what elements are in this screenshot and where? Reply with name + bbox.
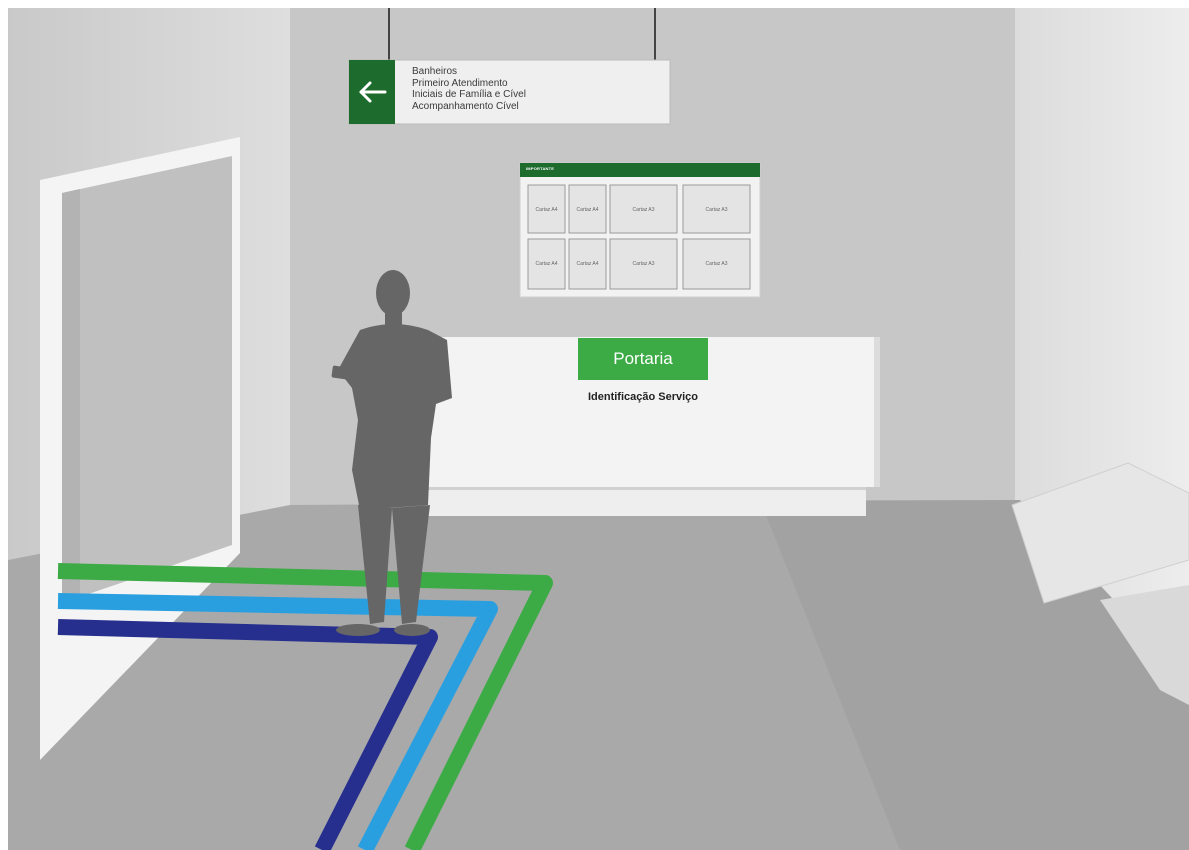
- door-opening: [62, 156, 232, 603]
- sign-line: Iniciais de Família e Cível: [412, 89, 526, 100]
- service-identification-label: Identificação Serviço: [587, 391, 699, 403]
- poster-label: Cartaz A4: [535, 207, 558, 213]
- notice-board-header: [520, 163, 760, 177]
- hanging-sign-text: Banheiros Primeiro Atendimento Iniciais …: [412, 66, 667, 112]
- poster-label: Cartaz A4: [576, 207, 599, 213]
- corridor-scene: Banheiros Primeiro Atendimento Iniciais …: [0, 0, 1189, 850]
- portaria-sign-label: Portaria: [613, 349, 673, 368]
- poster-label: Cartaz A4: [535, 261, 558, 267]
- poster-label: Cartaz A3: [705, 207, 728, 213]
- poster-label: Cartaz A3: [632, 261, 655, 267]
- poster-label: Cartaz A3: [632, 207, 655, 213]
- sign-line: Acompanhamento Cível: [412, 100, 519, 112]
- poster-label: Cartaz A3: [705, 261, 728, 267]
- scene-illustration: [8, 8, 1189, 850]
- door-opening-shadow: [62, 189, 80, 603]
- sign-line: Primeiro Atendimento: [412, 77, 508, 89]
- notice-board-title: IMPORTANTE: [526, 166, 555, 171]
- reception-desk-edge: [874, 337, 880, 487]
- poster-label: Cartaz A4: [576, 261, 599, 267]
- sign-line: Banheiros: [412, 66, 458, 77]
